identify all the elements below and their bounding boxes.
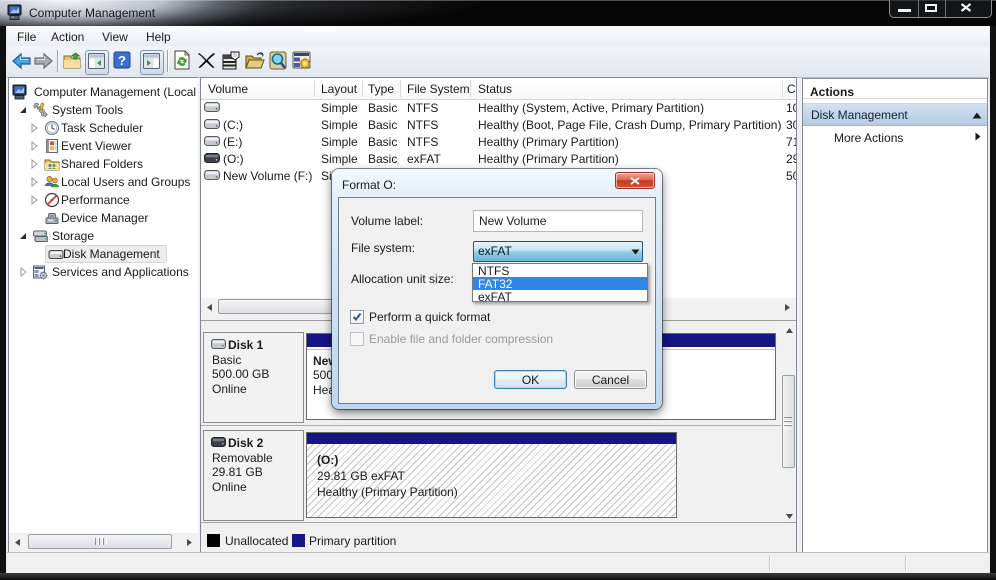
- svg-text:?: ?: [118, 53, 126, 68]
